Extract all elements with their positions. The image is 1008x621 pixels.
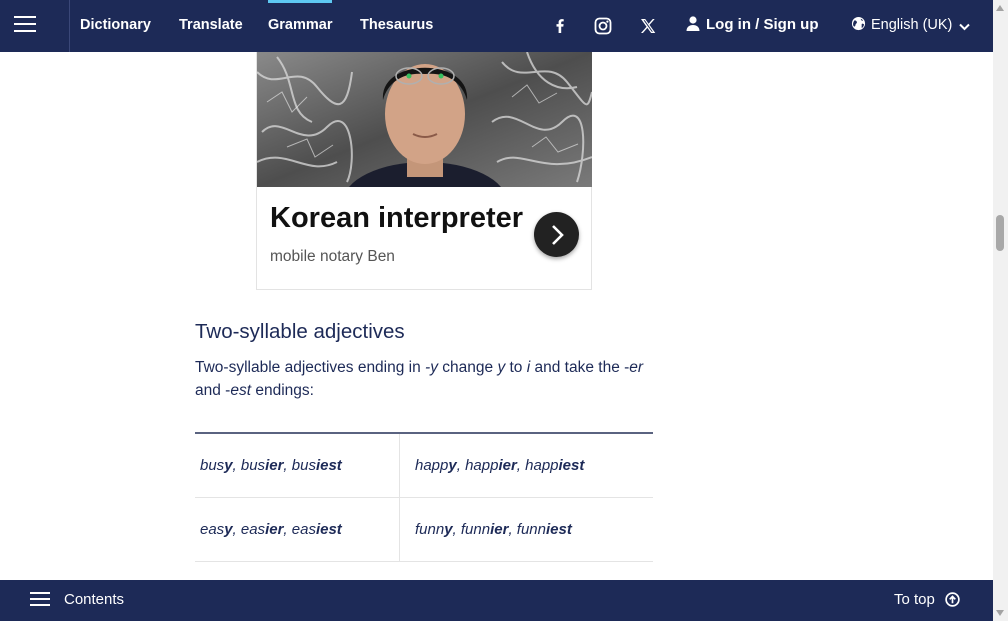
ad-next-button[interactable]	[534, 212, 579, 257]
scroll-down-arrow-icon[interactable]	[996, 610, 1004, 616]
nav-link-translate[interactable]: Translate	[179, 0, 243, 52]
column-divider	[399, 498, 400, 561]
menu-icon[interactable]	[14, 15, 36, 33]
facebook-icon[interactable]	[550, 16, 570, 36]
contents-button[interactable]: Contents	[30, 580, 124, 621]
to-top-button[interactable]: To top	[894, 580, 960, 621]
nav-link-thesaurus[interactable]: Thesaurus	[360, 0, 433, 52]
nav-divider	[69, 0, 70, 52]
instagram-icon[interactable]	[593, 16, 613, 36]
advertisement-card[interactable]: Korean interpreter mobile notary Ben	[256, 52, 592, 290]
chevron-down-icon	[959, 23, 971, 31]
list-menu-icon	[30, 592, 50, 606]
ad-photo	[257, 52, 592, 187]
table-cell: happy, happier, happiest	[415, 457, 585, 474]
x-twitter-icon[interactable]	[638, 16, 658, 36]
section-paragraph: Two-syllable adjectives ending in -y cha…	[195, 359, 644, 399]
ad-title[interactable]: Korean interpreter	[270, 202, 523, 235]
ad-subtitle: mobile notary Ben	[270, 248, 395, 265]
table-row: busy, busier, busiest happy, happier, ha…	[195, 434, 653, 498]
bottom-bar: Contents To top	[0, 580, 993, 621]
nav-link-grammar[interactable]: Grammar	[268, 0, 333, 52]
top-navigation-bar: Dictionary Translate Grammar Thesaurus L…	[0, 0, 993, 52]
arrow-up-circle-icon	[945, 592, 960, 607]
table-cell: easy, easier, easiest	[200, 521, 342, 538]
table-cell: busy, busier, busiest	[200, 457, 342, 474]
language-selector[interactable]: English (UK)	[851, 0, 971, 52]
table-cell: funny, funnier, funniest	[415, 521, 572, 538]
globe-icon	[851, 16, 866, 31]
page-scrollbar[interactable]	[993, 0, 1008, 621]
login-signup-link[interactable]: Log in / Sign up	[686, 0, 818, 52]
active-tab-indicator	[268, 0, 333, 3]
section-heading: Two-syllable adjectives	[195, 320, 405, 343]
column-divider	[399, 434, 400, 497]
nav-link-dictionary[interactable]: Dictionary	[80, 0, 151, 52]
scrollbar-thumb[interactable]	[996, 215, 1004, 251]
chevron-right-icon	[552, 225, 564, 245]
scroll-up-arrow-icon[interactable]	[996, 5, 1004, 11]
user-icon	[686, 16, 700, 31]
table-row: easy, easier, easiest funny, funnier, fu…	[195, 498, 653, 562]
examples-table: busy, busier, busiest happy, happier, ha…	[195, 432, 653, 562]
